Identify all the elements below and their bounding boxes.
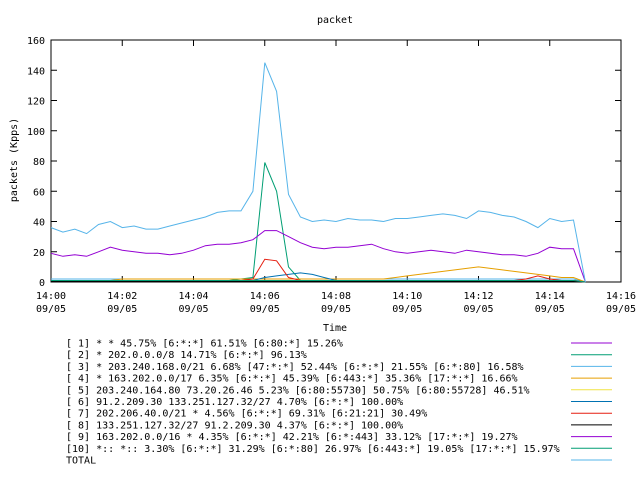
y-tick-label: 20 (33, 248, 45, 259)
x-tick-date: 09/05 (321, 304, 351, 315)
x-axis-label: Time (323, 323, 347, 334)
x-tick-date: 09/05 (250, 304, 280, 315)
y-tick-label: 160 (27, 36, 45, 47)
x-tick-date: 09/05 (392, 304, 422, 315)
x-tick-time: 14:16 (606, 291, 636, 302)
x-tick-date: 09/05 (463, 304, 493, 315)
y-tick-label: 40 (33, 218, 45, 229)
x-tick-date: 09/05 (606, 304, 636, 315)
x-tick-date: 09/05 (36, 304, 66, 315)
x-tick-time: 14:08 (321, 291, 351, 302)
x-tick-time: 14:14 (535, 291, 565, 302)
legend-label: [ 4] * 163.202.0.0/17 6.35% [6:*:*] 45.3… (66, 374, 518, 385)
x-tick-date: 09/05 (535, 304, 565, 315)
x-tick-date: 09/05 (107, 304, 137, 315)
packet-chart: packet packets (Kpps) Time 0204060801001… (9, 15, 636, 467)
chart-title: packet (317, 15, 353, 26)
x-tick-time: 14:12 (463, 291, 493, 302)
legend-label: [ 8] 133.251.127.32/27 91.2.209.30 4.37%… (66, 420, 403, 431)
legend-label: [ 6] 91.2.209.30 133.251.127.32/27 4.70%… (66, 397, 403, 408)
legend-label: TOTAL (66, 456, 96, 467)
legend-label: [ 5] 203.240.164.80 73.20.26.46 5.23% [6… (66, 385, 530, 396)
x-tick-time: 14:00 (36, 291, 66, 302)
y-tick-label: 0 (39, 278, 45, 289)
x-tick-time: 14:06 (250, 291, 280, 302)
series-line-9 (50, 230, 586, 283)
legend-label: [ 2] * 202.0.0.0/8 14.71% [6:*:*] 96.13% (66, 350, 307, 361)
y-axis-label: packets (Kpps) (9, 118, 20, 202)
x-tick-time: 14:10 (392, 291, 422, 302)
series-line-4 (51, 266, 586, 283)
x-axis: 14:00 09/05 14:02 09/05 14:04 09/05 14:06 09/05… (36, 40, 636, 315)
x-tick-time: 14:04 (178, 291, 208, 302)
y-tick-label: 80 (33, 157, 45, 168)
legend-label: [10] *:: *:: 3.30% [6:*:*] 31.29% [6:*:8… (66, 444, 560, 455)
series-lines (50, 62, 586, 283)
x-tick-time: 14:02 (107, 291, 137, 302)
series-line-11 (50, 62, 586, 283)
y-tick-label: 60 (33, 187, 45, 198)
legend-label: [ 3] * 203.240.168.0/21 6.68% [47:*:*] 5… (66, 362, 524, 373)
y-tick-label: 120 (27, 97, 45, 108)
y-axis: 0 20 40 60 80 100 120 140 160 (27, 36, 621, 289)
y-tick-label: 140 (27, 66, 45, 77)
plot-frame (50, 39, 622, 283)
legend-label: [ 7] 202.206.40.0/21 * 4.56% [6:*:*] 69.… (66, 409, 427, 420)
legend-label: [ 9] 163.202.0.0/16 * 4.35% [6:*:*] 42.2… (66, 432, 518, 443)
y-tick-label: 100 (27, 127, 45, 138)
x-tick-date: 09/05 (178, 304, 208, 315)
series-line-2 (51, 162, 586, 283)
legend: [ 1] * * 45.75% [6:*:*] 61.51% [6:80:*] … (66, 339, 612, 467)
legend-label: [ 1] * * 45.75% [6:*:*] 61.51% [6:80:*] … (66, 339, 343, 350)
